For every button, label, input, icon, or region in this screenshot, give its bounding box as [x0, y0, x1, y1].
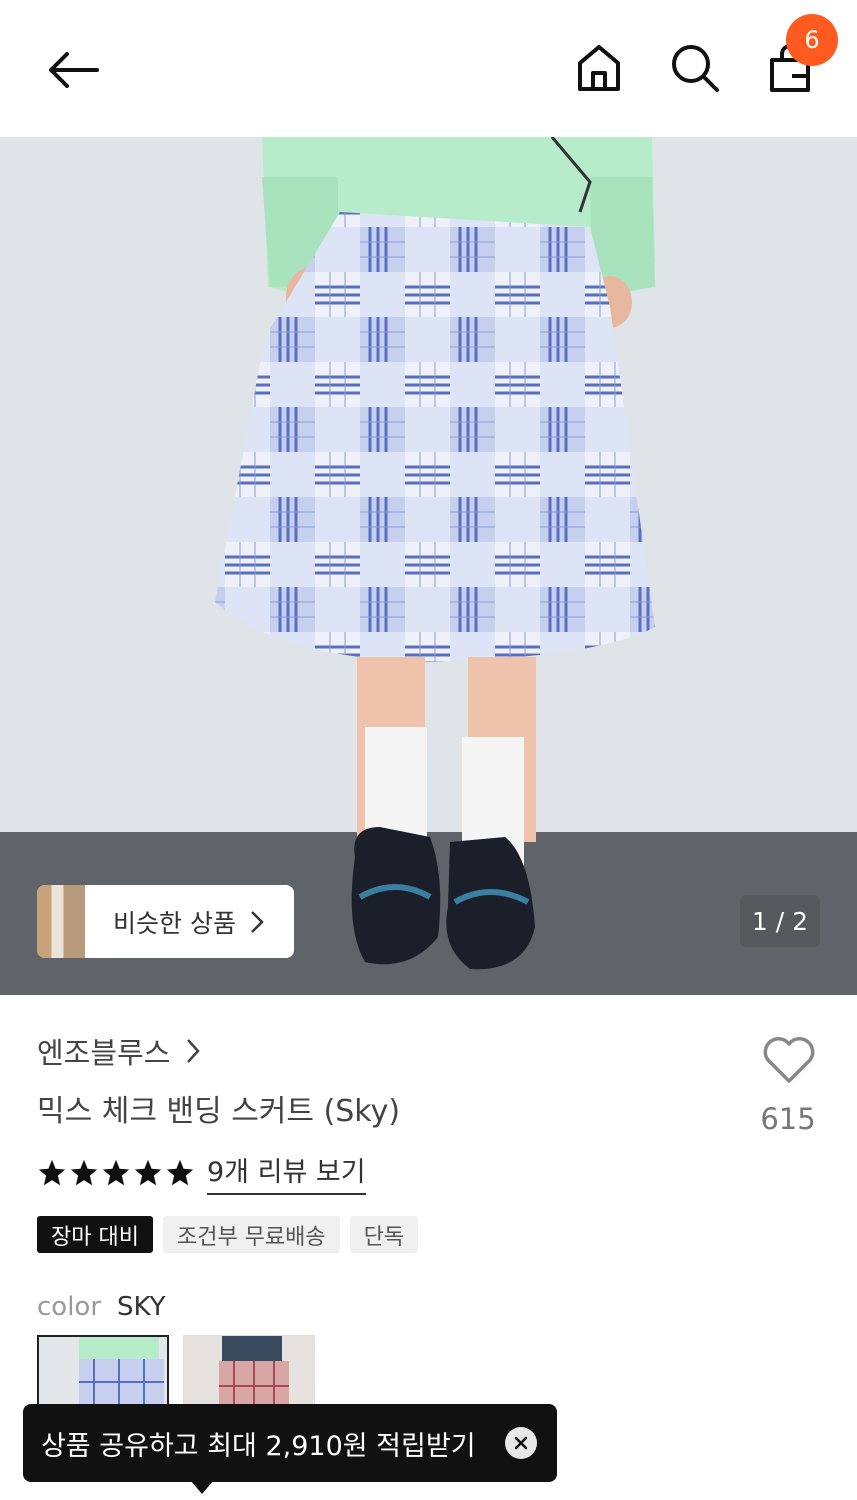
like-count: 615: [760, 1102, 816, 1136]
star-icon: [166, 1159, 194, 1185]
similar-products-label: 비슷한 상품: [113, 908, 236, 938]
like-button[interactable]: [757, 1035, 821, 1085]
toast-pointer: [190, 1480, 214, 1494]
tag-badge: 장마 대비: [37, 1216, 153, 1253]
home-button[interactable]: [571, 40, 627, 96]
color-option-row: color SKY: [37, 1292, 166, 1322]
tag-badge: 단독: [349, 1216, 419, 1253]
top-nav-bar: 6: [0, 0, 857, 137]
rating-stars: [37, 1158, 195, 1188]
heart-icon: [763, 1037, 815, 1083]
close-icon: [514, 1436, 528, 1450]
star-icon: [102, 1159, 130, 1185]
star-icon: [38, 1159, 66, 1185]
similar-products-button[interactable]: 비슷한 상품: [37, 885, 294, 958]
product-image[interactable]: [0, 137, 857, 995]
back-button[interactable]: [38, 40, 108, 100]
cart-count-badge: 6: [786, 14, 838, 66]
home-icon: [578, 45, 620, 91]
share-reward-toast: 상품 공유하고 최대 2,910원 적립받기: [23, 1404, 557, 1482]
close-button[interactable]: [505, 1427, 537, 1459]
color-value: SKY: [117, 1292, 166, 1322]
toast-message: 상품 공유하고 최대 2,910원 적립받기: [41, 1430, 476, 1462]
chevron-right-icon: [186, 1038, 201, 1064]
product-title: 믹스 체크 밴딩 스커트 (Sky): [37, 1094, 401, 1129]
color-label: color: [37, 1292, 102, 1322]
image-pager-indicator: 1 / 2: [740, 895, 820, 947]
search-button[interactable]: [667, 40, 723, 96]
search-icon: [672, 45, 719, 92]
brand-link[interactable]: 엔조블루스: [37, 1030, 201, 1072]
tag-badge: 조건부 무료배송: [162, 1216, 340, 1253]
review-link[interactable]: 9개 리뷰 보기: [207, 1150, 366, 1195]
chevron-right-icon: [250, 910, 264, 934]
similar-products-thumbnail: [37, 885, 85, 958]
brand-name: 엔조블루스: [37, 1036, 171, 1070]
star-icon: [70, 1159, 98, 1185]
star-icon: [134, 1159, 162, 1185]
rating-row: 9개 리뷰 보기: [37, 1150, 366, 1195]
back-arrow-icon: [49, 52, 99, 88]
product-tags: 장마 대비 조건부 무료배송 단독: [37, 1216, 419, 1253]
